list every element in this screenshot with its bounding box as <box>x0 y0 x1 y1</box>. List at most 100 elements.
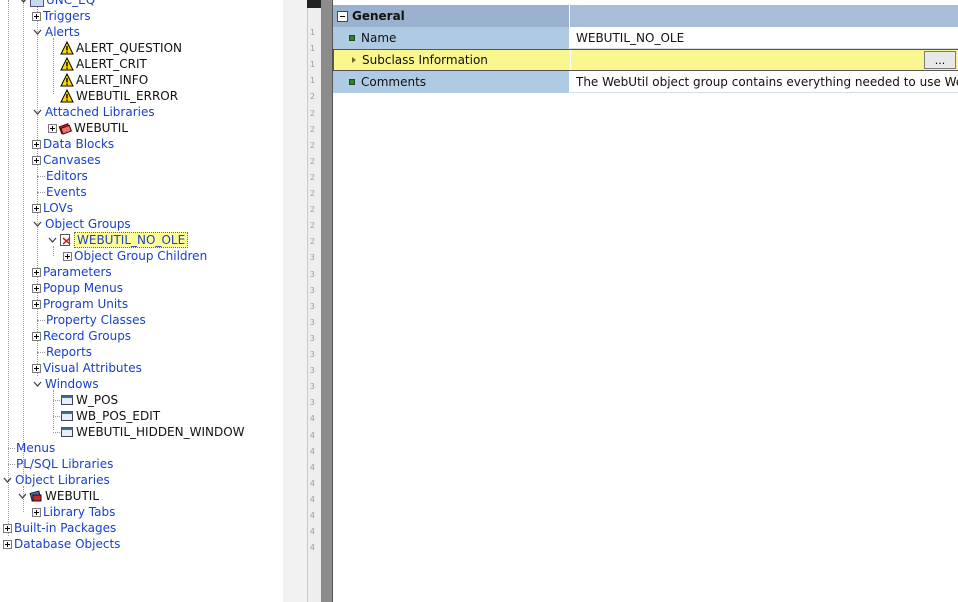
property-row-comments[interactable]: Comments The WebUtil object group contai… <box>333 71 958 93</box>
tree-node-label: Library Tabs <box>43 505 116 519</box>
gutter-tick: 2 <box>310 237 315 247</box>
tree-node-label: Property Classes <box>46 313 146 327</box>
expand-icon[interactable] <box>32 155 41 165</box>
expand-icon[interactable] <box>32 283 41 293</box>
chevron-down-icon[interactable] <box>32 27 43 37</box>
tree-node-lovs[interactable]: LOVs <box>32 200 74 216</box>
tree-node-alert-crit[interactable]: ALERT_CRIT <box>60 56 148 72</box>
tree-node-label: Events <box>46 185 87 199</box>
property-label: Comments <box>361 75 427 89</box>
tree-node-label: Object Group Children <box>74 249 208 263</box>
property-value-subclass[interactable]: ... <box>571 50 958 70</box>
tree-node-record-groups[interactable]: Record Groups <box>32 328 132 344</box>
tree-node-label: UNC_EQ <box>46 0 96 7</box>
tree-node-library-tabs[interactable]: Library Tabs <box>32 504 116 520</box>
property-value-comments[interactable]: The WebUtil object group contains everyt… <box>570 71 958 93</box>
tree-node-label: Attached Libraries <box>45 105 155 119</box>
expand-icon[interactable] <box>32 363 41 373</box>
chevron-down-icon[interactable] <box>32 379 43 389</box>
tree-node-reports[interactable]: Reports <box>45 344 93 360</box>
tree-node-database-objects[interactable]: Database Objects <box>3 536 121 552</box>
gutter-tick: 2 <box>310 189 315 198</box>
tree-node-property-classes[interactable]: Property Classes <box>45 312 147 328</box>
expand-icon[interactable] <box>32 11 41 21</box>
property-section-general[interactable]: General <box>333 5 958 27</box>
expand-icon[interactable] <box>3 539 12 549</box>
tree-node-webutil-hidden-window[interactable]: WEBUTIL_HIDDEN_WINDOW <box>60 424 246 440</box>
tree-node-object-groups[interactable]: Object Groups <box>32 216 132 232</box>
gutter-tick: 2 <box>310 140 315 150</box>
tree-node-parameters[interactable]: Parameters <box>32 264 113 280</box>
expand-icon[interactable] <box>3 523 12 533</box>
gutter-tick: 4 <box>310 527 315 537</box>
expand-icon[interactable] <box>32 139 41 149</box>
expand-icon[interactable] <box>32 507 41 517</box>
tree-node-triggers[interactable]: Triggers <box>32 8 92 24</box>
property-name-cell: Comments <box>333 71 570 93</box>
property-row-name[interactable]: Name WEBUTIL_NO_OLE <box>333 27 958 49</box>
chevron-down-icon[interactable] <box>32 219 43 229</box>
tree-node-popup-menus[interactable]: Popup Menus <box>32 280 124 296</box>
gutter-tick: 2 <box>310 92 315 102</box>
pane-splitter[interactable] <box>283 0 307 602</box>
tree-node-visual-attributes[interactable]: Visual Attributes <box>32 360 143 376</box>
property-label: Subclass Information <box>362 53 488 67</box>
tree-node-windows[interactable]: Windows <box>32 376 100 392</box>
gutter-tick: 3 <box>310 350 315 359</box>
gutter-tick: 4 <box>310 414 315 424</box>
tree-node-plsql-libraries[interactable]: PL/SQL Libraries <box>15 456 114 472</box>
tree-node-object-group-children[interactable]: Object Group Children <box>63 248 208 264</box>
window-icon <box>61 411 73 421</box>
tree-node-webutil-no-ole[interactable]: WEBUTIL_NO_OLE <box>47 232 189 248</box>
collapse-icon[interactable] <box>337 10 348 22</box>
gutter-tick: 2 <box>310 156 315 166</box>
tree-node-webutil-object-library[interactable]: WEBUTIL <box>17 488 100 504</box>
tree-node-label: Editors <box>46 169 88 183</box>
chevron-down-icon[interactable] <box>18 0 29 5</box>
tree-node-label: Visual Attributes <box>43 361 142 375</box>
tree-node-w-pos[interactable]: W_POS <box>60 392 119 408</box>
chevron-down-icon[interactable] <box>17 491 28 501</box>
chevron-down-icon[interactable] <box>2 475 13 485</box>
tree-node-menus[interactable]: Menus <box>15 440 56 456</box>
chevron-down-icon[interactable] <box>47 235 58 245</box>
property-bullet-icon <box>349 79 355 85</box>
property-row-subclass-information[interactable]: Subclass Information ... <box>333 49 958 71</box>
tree-node-program-units[interactable]: Program Units <box>32 296 129 312</box>
tree-node-object-libraries[interactable]: Object Libraries <box>2 472 111 488</box>
section-title: General <box>352 9 405 23</box>
warning-icon <box>60 41 74 55</box>
tree-node-editors[interactable]: Editors <box>45 168 89 184</box>
tree-node-label: Reports <box>46 345 93 359</box>
tree-node-alert-question[interactable]: ALERT_QUESTION <box>60 40 183 56</box>
gutter-tick: 2 <box>310 172 315 182</box>
more-button[interactable]: ... <box>924 51 956 69</box>
tree-node-alerts[interactable]: Alerts <box>32 24 81 40</box>
tree-node-label: Data Blocks <box>43 137 115 151</box>
expand-icon[interactable] <box>48 123 57 133</box>
tree-node-webutil-library[interactable]: WEBUTIL <box>48 120 129 136</box>
tree-node-webutil-error[interactable]: WEBUTIL_ERROR <box>60 88 179 104</box>
property-value-name[interactable]: WEBUTIL_NO_OLE <box>570 27 958 49</box>
tree-node-label: Parameters <box>43 265 112 279</box>
expand-icon[interactable] <box>32 331 41 341</box>
gutter-tick: 1 <box>310 76 315 86</box>
expand-icon[interactable] <box>63 251 72 261</box>
tree-node-label: PL/SQL Libraries <box>16 457 114 471</box>
tree-node-events[interactable]: Events <box>45 184 88 200</box>
tree-node-attached-libraries[interactable]: Attached Libraries <box>32 104 156 120</box>
tree-node-canvases[interactable]: Canvases <box>32 152 102 168</box>
expand-icon[interactable] <box>32 267 41 277</box>
tree-node-root[interactable]: UNC_EQ <box>18 0 96 8</box>
tree-node-wb-pos-edit[interactable]: WB_POS_EDIT <box>60 408 161 424</box>
expand-icon[interactable] <box>32 299 41 309</box>
tree-node-builtin-packages[interactable]: Built-in Packages <box>3 520 117 536</box>
tree-node-data-blocks[interactable]: Data Blocks <box>32 136 115 152</box>
chevron-down-icon[interactable] <box>32 107 43 117</box>
line-number-gutter: 1 1 1 1 2 2 2 2 2 2 2 2 2 2 3 3 3 3 3 3 3 3 3 3 4 4 4 4 4 4 4 4 4 <box>307 0 321 602</box>
tree-node-alert-info[interactable]: ALERT_INFO <box>60 72 149 88</box>
gutter-tick: 4 <box>310 462 315 472</box>
expand-icon[interactable] <box>32 203 41 213</box>
gutter-tick: 2 <box>310 205 315 215</box>
tree-node-label: Database Objects <box>14 537 121 551</box>
